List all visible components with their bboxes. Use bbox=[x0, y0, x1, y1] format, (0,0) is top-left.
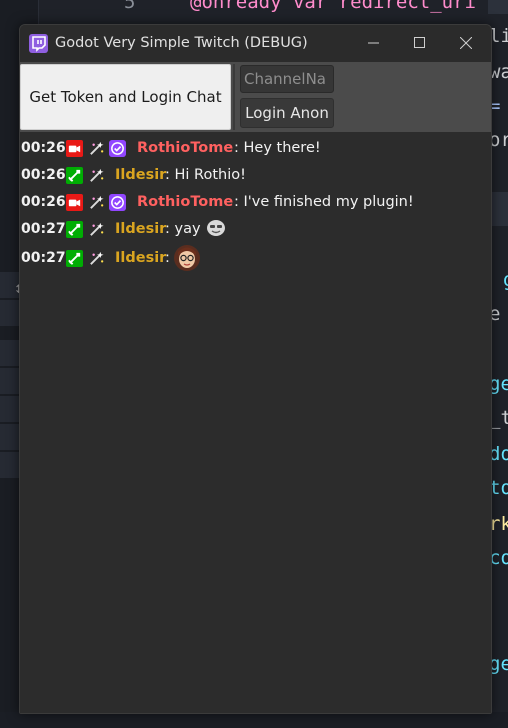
twitch-logo-icon bbox=[29, 34, 48, 53]
message-username[interactable]: RothioTome bbox=[137, 194, 233, 210]
message-time: 00:26 bbox=[21, 194, 66, 210]
moderator-badge-icon bbox=[66, 221, 83, 238]
message-text: : Hey there! bbox=[234, 140, 321, 156]
editor-bottom-bar bbox=[0, 712, 508, 728]
message-time: 00:27 bbox=[21, 221, 66, 237]
moderator-badge-icon bbox=[66, 167, 83, 184]
avatar-emote-icon bbox=[174, 245, 200, 271]
face-emote-icon bbox=[207, 220, 225, 236]
moderator-badge-icon bbox=[66, 250, 83, 267]
editor-scroll-marker bbox=[488, 0, 508, 14]
minimize-button[interactable] bbox=[351, 25, 397, 62]
toolbar: Get Token and Login Chat ChannelNa Login… bbox=[20, 62, 491, 132]
chat-message: 00:26 RothioTome : I've finished my plug… bbox=[21, 190, 491, 217]
maximize-icon bbox=[414, 37, 425, 48]
broadcaster-badge-icon bbox=[66, 140, 83, 157]
sparkle-badge-icon bbox=[90, 251, 104, 265]
message-text: : bbox=[165, 250, 170, 266]
editor-line-number: 5 bbox=[124, 0, 136, 13]
verified-badge-icon bbox=[109, 194, 126, 211]
chat-log[interactable]: 00:26 RothioTome : Hey there! 00:26 Ilde… bbox=[20, 132, 491, 713]
app-content: Get Token and Login Chat ChannelNa Login… bbox=[20, 62, 491, 713]
maximize-button[interactable] bbox=[397, 25, 443, 62]
message-time: 00:26 bbox=[21, 167, 66, 183]
message-username[interactable]: RothioTome bbox=[137, 140, 233, 156]
broadcaster-badge-icon bbox=[66, 194, 83, 211]
toolbar-separator bbox=[233, 64, 235, 130]
message-username[interactable]: Ildesir bbox=[115, 250, 166, 266]
sparkle-badge-icon bbox=[90, 195, 104, 209]
editor-code-line: @onready var redirect_uri bbox=[190, 0, 476, 13]
chat-message: 00:26 RothioTome : Hey there! bbox=[21, 136, 491, 163]
chat-message: 00:27 Ildesir : bbox=[21, 244, 491, 276]
verified-badge-icon bbox=[109, 140, 126, 157]
message-text: : I've finished my plugin! bbox=[234, 194, 414, 210]
sparkle-badge-icon bbox=[90, 222, 104, 236]
message-text: : yay bbox=[165, 221, 201, 237]
message-time: 00:27 bbox=[21, 250, 66, 266]
sparkle-badge-icon bbox=[90, 168, 104, 182]
chat-message: 00:27 Ildesir : yay bbox=[21, 217, 491, 244]
message-text: : Hi Rothio! bbox=[165, 167, 246, 183]
editor-code-line: g bbox=[503, 268, 508, 292]
minimize-icon bbox=[368, 42, 379, 44]
close-icon bbox=[460, 37, 472, 49]
app-window: Godot Very Simple Twitch (DEBUG) Get Tok… bbox=[19, 24, 492, 714]
chat-message: 00:26 Ildesir : Hi Rothio! bbox=[21, 163, 491, 190]
login-anon-button[interactable]: Login Anon bbox=[240, 98, 334, 128]
get-token-login-chat-button[interactable]: Get Token and Login Chat bbox=[20, 64, 231, 130]
message-username[interactable]: Ildesir bbox=[115, 221, 166, 237]
message-time: 00:26 bbox=[21, 140, 66, 156]
channel-name-input[interactable]: ChannelNa bbox=[240, 65, 334, 93]
window-titlebar[interactable]: Godot Very Simple Twitch (DEBUG) bbox=[20, 25, 491, 62]
sparkle-badge-icon bbox=[90, 141, 104, 155]
message-username[interactable]: Ildesir bbox=[115, 167, 166, 183]
window-title: Godot Very Simple Twitch (DEBUG) bbox=[55, 35, 308, 51]
close-button[interactable] bbox=[443, 25, 489, 62]
